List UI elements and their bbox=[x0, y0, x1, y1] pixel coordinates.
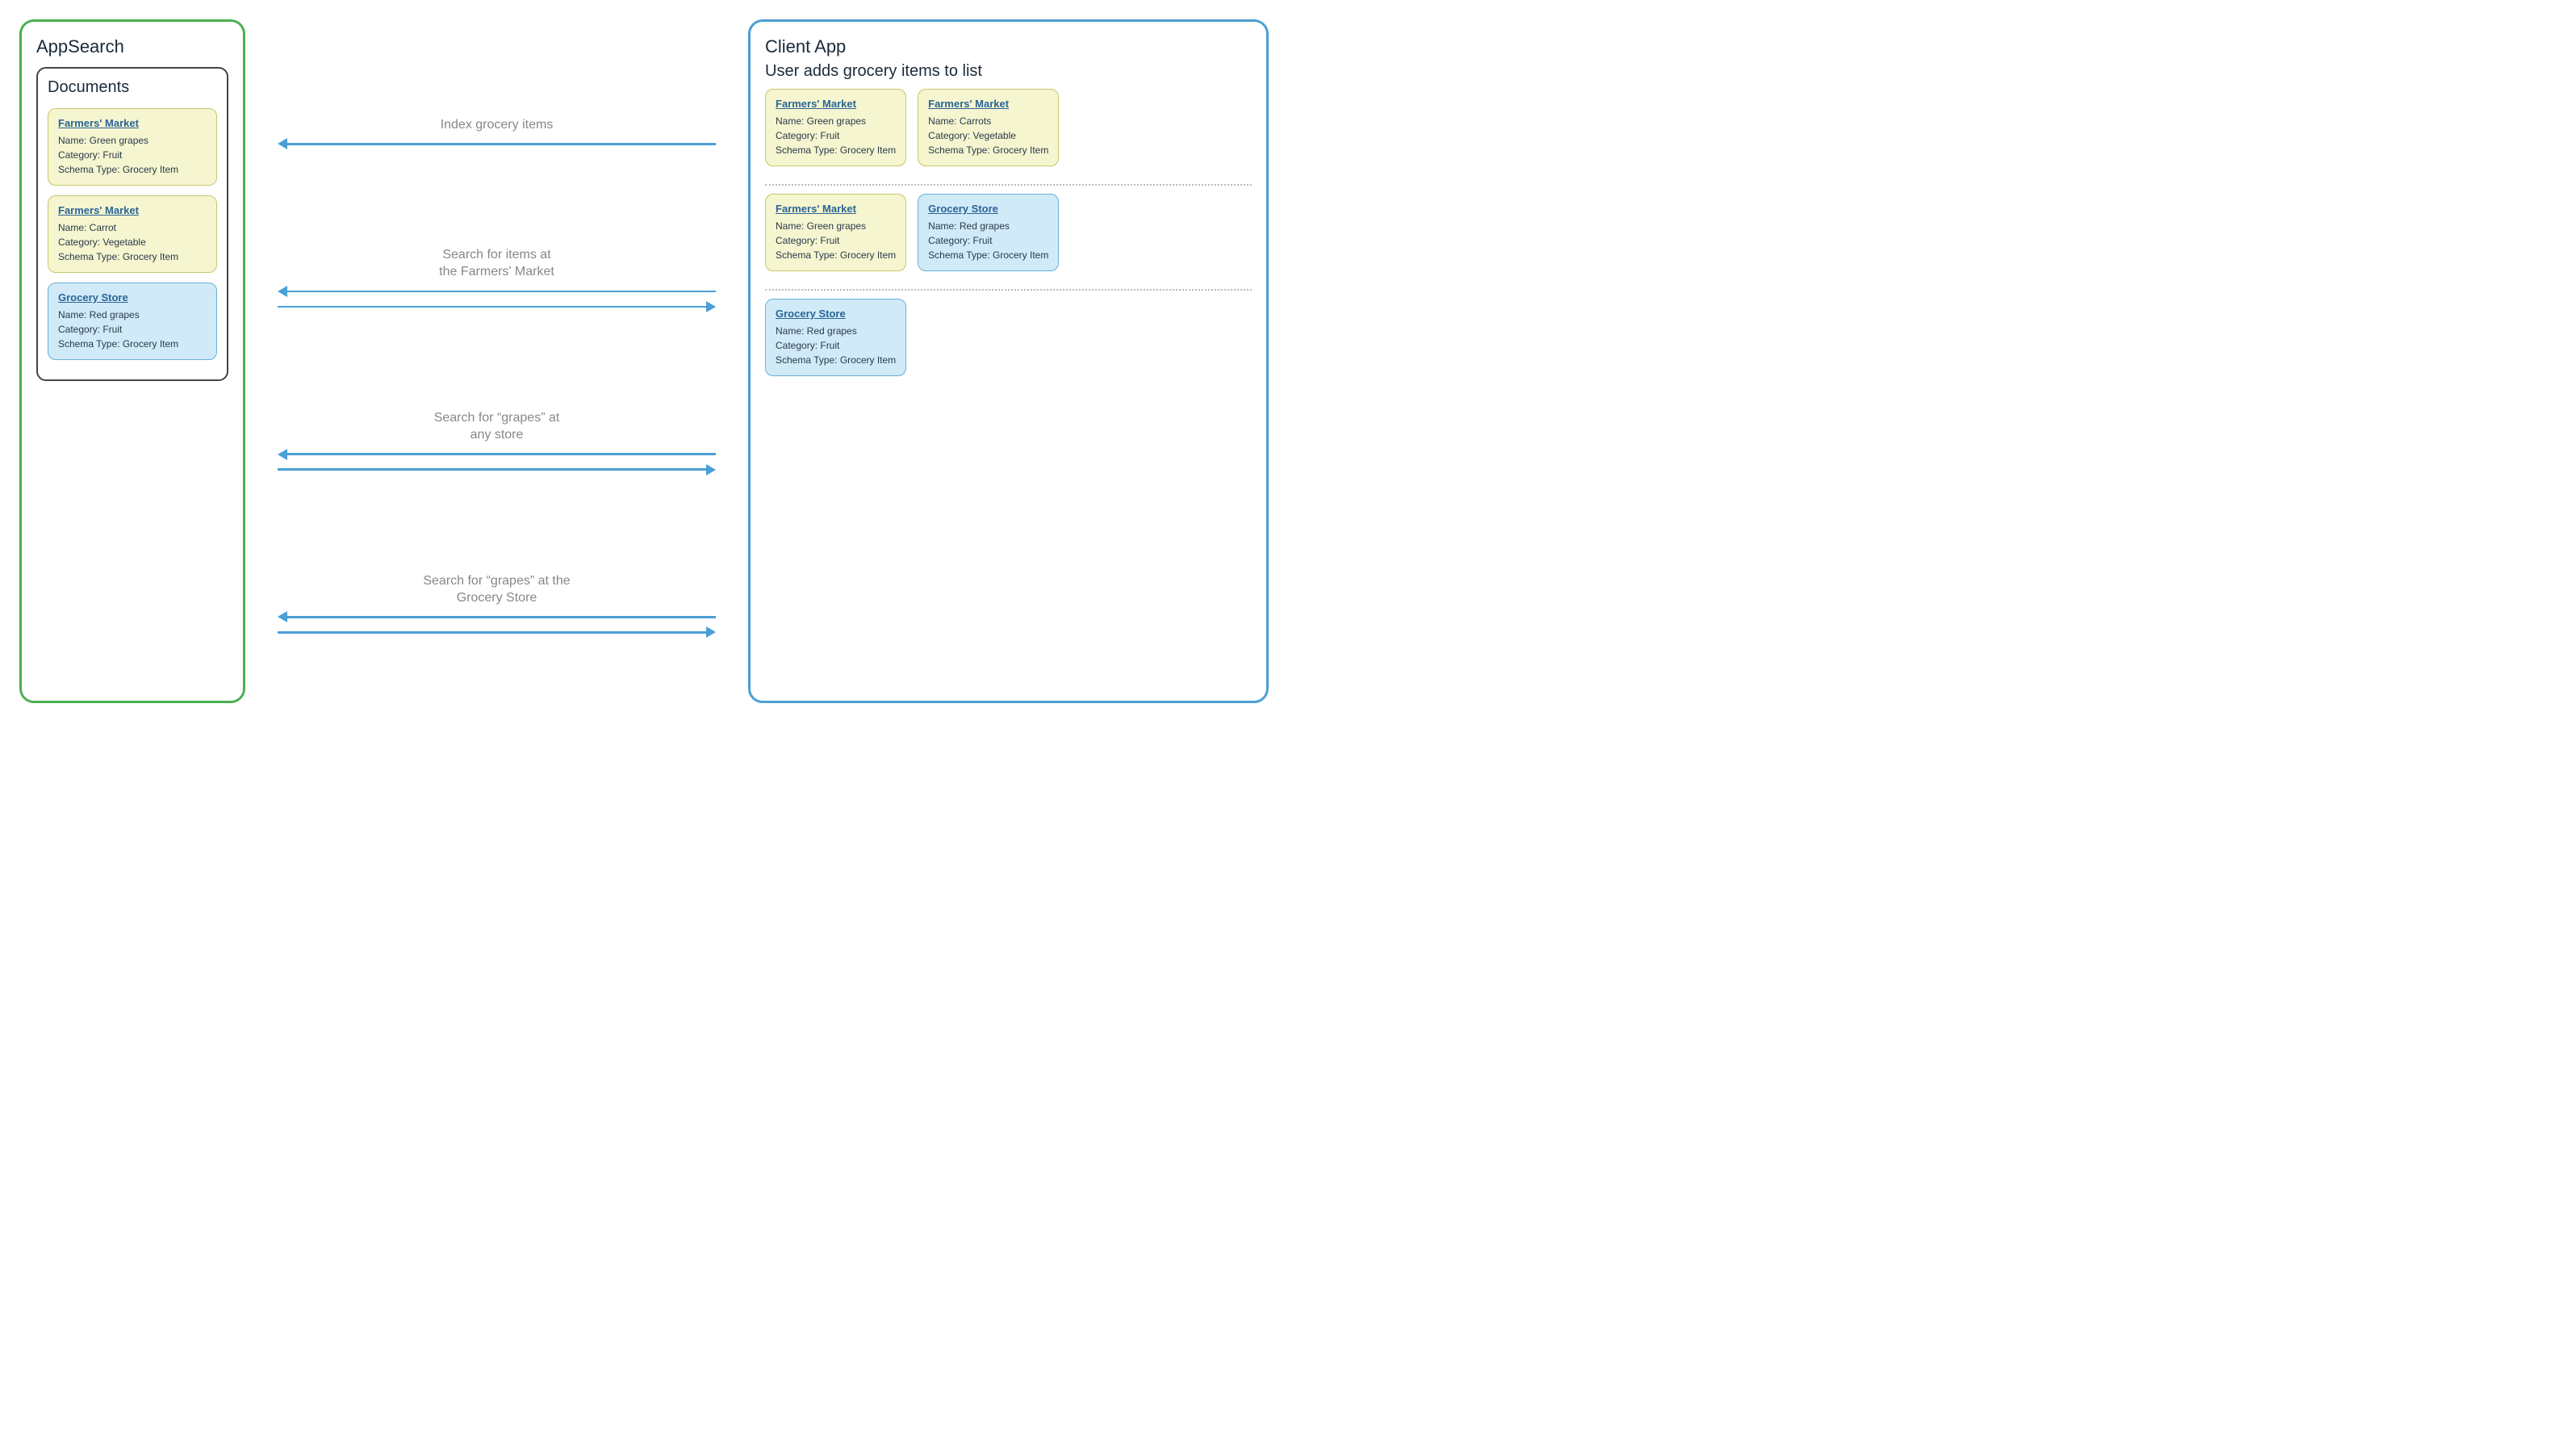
arrow-left-line bbox=[278, 449, 716, 460]
doc-card-line: Name: Carrot bbox=[58, 220, 207, 235]
doc-card-line: Category: Fruit bbox=[776, 338, 896, 353]
arrow-right-line bbox=[278, 626, 716, 638]
arrow-lines bbox=[253, 286, 740, 312]
arrow-label: Search for “grapes” at any store bbox=[434, 410, 560, 444]
client-sections: Farmers' MarketName: Green grapesCategor… bbox=[765, 89, 1252, 386]
arrow-body bbox=[287, 616, 716, 618]
doc-card-title: Farmers' Market bbox=[776, 98, 896, 110]
doc-card-line: Category: Fruit bbox=[928, 233, 1048, 248]
client-panel: Client App User adds grocery items to li… bbox=[748, 19, 1269, 703]
doc-card-line: Category: Fruit bbox=[58, 322, 207, 337]
doc-card-title: Farmers' Market bbox=[58, 204, 207, 216]
doc-card-line: Name: Red grapes bbox=[58, 308, 207, 322]
arrow-left-line bbox=[278, 611, 716, 622]
arrow-body bbox=[287, 453, 716, 455]
documents-box: Documents Farmers' Market Name: Green gra… bbox=[36, 67, 228, 381]
doc-card-line: Category: Fruit bbox=[58, 148, 207, 162]
section-separator bbox=[765, 184, 1252, 186]
arrows-area: Index grocery items Search for items at t… bbox=[245, 19, 748, 703]
doc-card: Farmers' Market Name: CarrotCategory: Veg… bbox=[48, 195, 217, 273]
arrow-body bbox=[287, 143, 716, 145]
arrow-body bbox=[278, 468, 706, 471]
doc-card-title: Grocery Store bbox=[928, 203, 1048, 215]
doc-card-title: Grocery Store bbox=[58, 291, 207, 304]
doc-card-line: Schema Type: Grocery Item bbox=[776, 248, 896, 262]
arrow-group: Search for “grapes” at any store bbox=[253, 410, 740, 475]
doc-card: Grocery Store Name: Red grapesCategory: F… bbox=[48, 283, 217, 360]
arrow-head-right bbox=[706, 464, 716, 475]
doc-card-line: Schema Type: Grocery Item bbox=[58, 337, 207, 351]
appsearch-panel: AppSearch Documents Farmers' Market Name:… bbox=[19, 19, 245, 703]
doc-card-line: Schema Type: Grocery Item bbox=[928, 143, 1048, 157]
doc-card-line: Schema Type: Grocery Item bbox=[58, 162, 207, 177]
arrow-lines bbox=[253, 138, 740, 149]
arrow-head-right bbox=[706, 301, 716, 312]
user-section-title: User adds grocery items to list bbox=[765, 62, 1252, 81]
doc-card-line: Name: Green grapes bbox=[776, 114, 896, 128]
appsearch-title: AppSearch bbox=[36, 36, 228, 57]
doc-card-title: Farmers' Market bbox=[776, 203, 896, 215]
doc-card-line: Name: Red grapes bbox=[928, 219, 1048, 233]
appsearch-cards: Farmers' MarketName: Green grapesCategor… bbox=[48, 108, 217, 360]
client-cards-row: Farmers' MarketName: Green grapesCategor… bbox=[765, 194, 1252, 281]
arrow-body bbox=[278, 631, 706, 634]
arrow-label: Search for “grapes” at the Grocery Store bbox=[423, 573, 570, 607]
doc-card: Grocery Store Name: Red grapesCategory: F… bbox=[918, 194, 1059, 271]
doc-card-title: Grocery Store bbox=[776, 308, 896, 320]
doc-card: Farmers' Market Name: Green grapesCategor… bbox=[765, 194, 906, 271]
doc-card: Grocery Store Name: Red grapesCategory: F… bbox=[765, 299, 906, 376]
doc-card-line: Schema Type: Grocery Item bbox=[928, 248, 1048, 262]
arrow-head-left bbox=[278, 611, 287, 622]
arrow-group: Search for items at the Farmers' Market bbox=[253, 247, 740, 312]
arrow-right-line bbox=[278, 301, 716, 312]
client-cards-row: Farmers' MarketName: Green grapesCategor… bbox=[765, 89, 1252, 176]
arrow-head-left bbox=[278, 286, 287, 297]
doc-card-line: Name: Carrots bbox=[928, 114, 1048, 128]
arrow-left-line bbox=[278, 286, 716, 297]
arrow-body bbox=[278, 306, 706, 308]
doc-card-title: Farmers' Market bbox=[58, 117, 207, 129]
doc-card-line: Category: Vegetable bbox=[58, 235, 207, 249]
arrow-head-left bbox=[278, 449, 287, 460]
arrow-lines bbox=[253, 611, 740, 638]
doc-card: Farmers' Market Name: Green grapesCategor… bbox=[765, 89, 906, 166]
doc-card-line: Name: Green grapes bbox=[58, 133, 207, 148]
arrow-body bbox=[287, 291, 716, 293]
documents-title: Documents bbox=[48, 78, 217, 97]
arrow-right-line bbox=[278, 464, 716, 475]
doc-card-line: Schema Type: Grocery Item bbox=[776, 353, 896, 367]
doc-card-line: Category: Fruit bbox=[776, 233, 896, 248]
doc-card: Farmers' Market Name: Green grapesCategor… bbox=[48, 108, 217, 186]
arrow-label: Index grocery items bbox=[441, 117, 554, 134]
doc-card-line: Schema Type: Grocery Item bbox=[58, 249, 207, 264]
arrow-label: Search for items at the Farmers' Market bbox=[439, 247, 554, 281]
arrow-head-right bbox=[706, 626, 716, 638]
section-separator bbox=[765, 289, 1252, 291]
arrow-lines bbox=[253, 449, 740, 475]
client-title: Client App bbox=[765, 36, 1252, 57]
doc-card-line: Category: Vegetable bbox=[928, 128, 1048, 143]
doc-card-line: Name: Green grapes bbox=[776, 219, 896, 233]
doc-card: Farmers' Market Name: CarrotsCategory: Ve… bbox=[918, 89, 1059, 166]
arrow-group: Search for “grapes” at the Grocery Store bbox=[253, 573, 740, 639]
arrow-group: Index grocery items bbox=[253, 117, 740, 150]
main-container: AppSearch Documents Farmers' Market Name:… bbox=[0, 0, 1288, 722]
arrows-container: Index grocery items Search for items at t… bbox=[253, 68, 740, 687]
doc-card-title: Farmers' Market bbox=[928, 98, 1048, 110]
doc-card-line: Schema Type: Grocery Item bbox=[776, 143, 896, 157]
doc-card-line: Name: Red grapes bbox=[776, 324, 896, 338]
arrow-head-left bbox=[278, 138, 287, 149]
doc-card-line: Category: Fruit bbox=[776, 128, 896, 143]
client-cards-row: Grocery Store Name: Red grapesCategory: F… bbox=[765, 299, 1252, 386]
arrow-left-line bbox=[278, 138, 716, 149]
